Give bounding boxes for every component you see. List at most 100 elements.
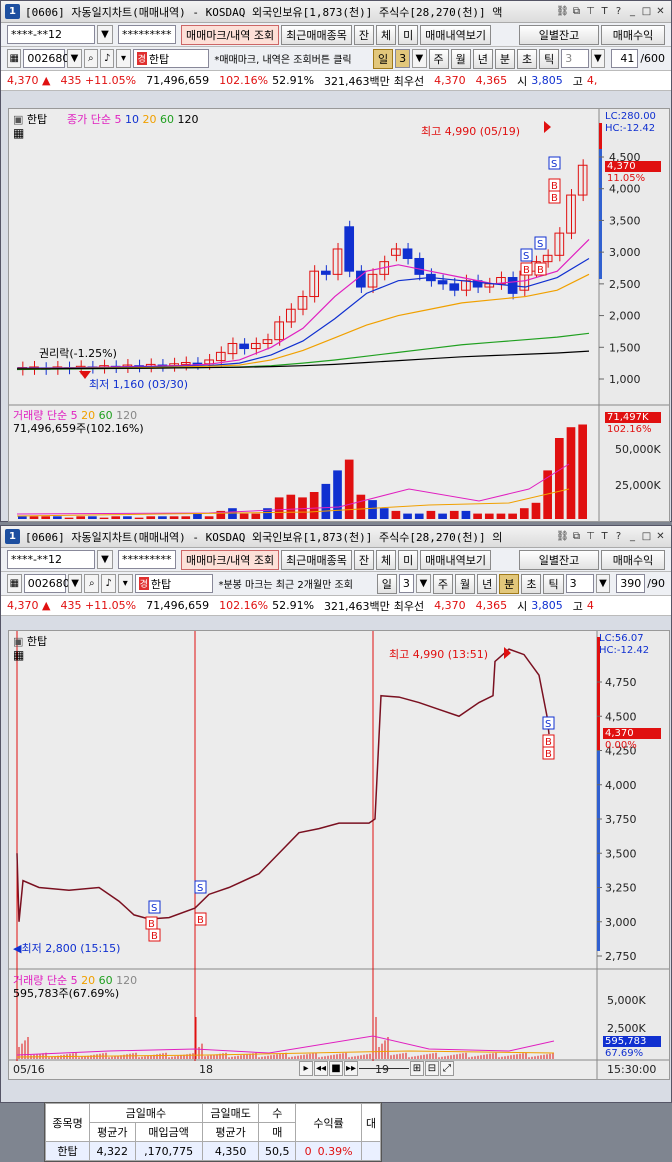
title-bar[interactable]: 1 [0606] 자동일지차트(매매내역) - KOSDAQ 외국인보유[1,8… xyxy=(1,1,671,23)
period-second-button[interactable]: 초 xyxy=(517,48,538,69)
trade-mark-button[interactable]: 매매마크/내역 조회 xyxy=(181,24,280,45)
link-icon[interactable]: ⛓ xyxy=(556,530,569,544)
bottom-chart-svg[interactable]: 4,7504,5004,2504,0003,7503,5003,2503,000… xyxy=(9,631,669,1079)
balance-button[interactable]: 잔 xyxy=(353,24,375,45)
minimize-icon[interactable]: _ xyxy=(626,5,639,19)
maximize-icon[interactable]: □ xyxy=(640,530,653,544)
period-year-button[interactable]: 년 xyxy=(477,573,498,594)
bottom-chart-area[interactable]: 4,750 4,500 4,250 4,000 3,750 3,500 3,250 3,000… xyxy=(8,630,670,1080)
period-year-button[interactable]: 년 xyxy=(472,48,493,69)
cell-stock[interactable]: 한탑 xyxy=(44,1141,91,1161)
top-chart-svg[interactable]: 4,5004,0003,5003,0002,5002,0001,5001,000… xyxy=(9,109,669,521)
executed-button[interactable]: 체 xyxy=(376,549,397,570)
trade-profit-button[interactable]: 매매수익 xyxy=(601,24,665,45)
trade-history-button[interactable]: 매매내역보기 xyxy=(420,549,492,570)
menu-dropdown-icon[interactable]: ▾ xyxy=(116,49,131,68)
candle xyxy=(402,248,413,259)
copy-icon[interactable]: ⧉ xyxy=(570,5,583,19)
recent-trades-button[interactable]: 최근매매종목 xyxy=(281,549,352,570)
stock-name-field[interactable]: 경 한탑 xyxy=(132,49,210,68)
trade-profit-button[interactable]: 매매수익 xyxy=(601,549,665,570)
settings-icon[interactable]: T xyxy=(598,5,611,19)
pin-icon[interactable]: ⊤ xyxy=(584,530,597,544)
period-day-button[interactable]: 일 xyxy=(376,573,397,594)
zoom-slider[interactable] xyxy=(359,1061,409,1069)
tick-dropdown-icon[interactable]: ▼ xyxy=(590,49,605,68)
daily-balance-button[interactable]: 일별잔고 xyxy=(519,24,599,45)
period-week-button[interactable]: 주 xyxy=(432,573,453,594)
stock-name-field[interactable]: 경 한탑 xyxy=(134,574,214,593)
password-input[interactable]: ********* xyxy=(118,550,176,569)
search-icon[interactable]: ⌕ xyxy=(83,49,98,68)
maximize-icon[interactable]: □ xyxy=(640,5,653,19)
period-minute-button[interactable]: 분 xyxy=(499,573,520,594)
chart-type-icon[interactable]: ▦ xyxy=(7,49,22,68)
copy-icon[interactable]: ⧉ xyxy=(570,530,583,544)
zoom-out-icon[interactable]: ⊟ xyxy=(425,1061,439,1076)
volume-bar xyxy=(53,516,62,519)
pan-icon[interactable]: ⤢ xyxy=(440,1061,454,1076)
period-week-button[interactable]: 주 xyxy=(428,48,449,69)
volume-ratio: 102.16% xyxy=(219,599,269,612)
unfilled-button[interactable]: 미 xyxy=(398,24,419,45)
grid-icon[interactable]: ▦ xyxy=(13,126,24,140)
pin-icon[interactable]: ⊤ xyxy=(584,5,597,19)
account-dropdown-icon[interactable]: ▼ xyxy=(97,550,113,569)
account-dropdown-icon[interactable]: ▼ xyxy=(97,25,113,44)
count-input[interactable]: 390 xyxy=(616,574,646,593)
period-tick-button[interactable]: 틱 xyxy=(543,573,564,594)
stock-code-input[interactable]: 002680 xyxy=(23,49,69,68)
speaker-icon[interactable]: ♪ xyxy=(101,574,116,593)
period-dropdown-icon[interactable]: ▼ xyxy=(412,49,427,68)
tick-value[interactable]: 3 xyxy=(565,574,594,593)
cell-yield: 0 0.39% xyxy=(295,1141,363,1161)
search-icon[interactable]: ⌕ xyxy=(84,574,100,593)
help-icon[interactable]: ? xyxy=(612,5,625,19)
minimize-icon[interactable]: _ xyxy=(626,530,639,544)
close-icon[interactable]: ✕ xyxy=(654,5,667,19)
password-input[interactable]: ********* xyxy=(118,25,176,44)
col-extra: 대 xyxy=(361,1103,381,1142)
tick-value[interactable]: 3 xyxy=(561,49,589,68)
balance-button[interactable]: 잔 xyxy=(353,549,375,570)
count-input[interactable]: 41 xyxy=(610,49,639,68)
title-bar[interactable]: 1 [0606] 자동일지차트(매매내역) - KOSDAQ 외국인보유[1,8… xyxy=(1,526,671,548)
zoom-icon[interactable]: ⊞ xyxy=(410,1061,424,1076)
top-chart-area[interactable]: 4,500 4,000 3,500 3,000 2,500 2,000 1,500 1,000… xyxy=(8,108,670,522)
help-icon[interactable]: ? xyxy=(612,530,625,544)
period-day-button[interactable]: 일 xyxy=(373,48,394,69)
stop-icon[interactable]: ■ xyxy=(329,1061,343,1076)
period-month-button[interactable]: 월 xyxy=(450,48,471,69)
unfilled-button[interactable]: 미 xyxy=(398,549,419,570)
period-second-button[interactable]: 초 xyxy=(521,573,542,594)
close-icon[interactable]: ✕ xyxy=(654,530,667,544)
grid-icon[interactable]: ▦ xyxy=(13,648,24,662)
recent-trades-button[interactable]: 최근매매종목 xyxy=(281,24,352,45)
account-input[interactable]: ****-**12 xyxy=(7,550,95,569)
daily-balance-button[interactable]: 일별잔고 xyxy=(519,549,599,570)
trade-mark-button[interactable]: 매매마크/내역 조회 xyxy=(181,549,280,570)
speaker-icon[interactable]: ♪ xyxy=(99,49,115,68)
forward-icon[interactable]: ▸▸ xyxy=(344,1061,358,1076)
period-minute-button[interactable]: 분 xyxy=(494,48,516,69)
trade-history-button[interactable]: 매매내역보기 xyxy=(420,24,492,45)
code-dropdown-icon[interactable]: ▼ xyxy=(67,574,83,593)
period-month-button[interactable]: 월 xyxy=(454,573,476,594)
code-dropdown-icon[interactable]: ▼ xyxy=(67,49,82,68)
period-value[interactable]: 3 xyxy=(398,574,415,593)
settings-icon[interactable]: T xyxy=(598,530,611,544)
period-value[interactable]: 3 xyxy=(395,49,411,68)
link-icon[interactable]: ⛓ xyxy=(556,5,569,19)
tick-dropdown-icon[interactable]: ▼ xyxy=(595,574,611,593)
table-row[interactable]: 한탑 4,322 ,170,775 4,350 50,5 0 0.39% xyxy=(44,1141,381,1161)
chart-type-icon[interactable]: ▦ xyxy=(7,574,22,593)
period-dropdown-icon[interactable]: ▼ xyxy=(416,574,431,593)
y-tick-label: 3,750 xyxy=(605,813,637,826)
executed-button[interactable]: 체 xyxy=(376,24,397,45)
account-input[interactable]: ****-**12 xyxy=(7,25,95,44)
period-tick-button[interactable]: 틱 xyxy=(539,48,560,69)
menu-dropdown-icon[interactable]: ▾ xyxy=(117,574,133,593)
stock-code-input[interactable]: 002680 xyxy=(23,574,70,593)
scroll-right-icon[interactable]: ▸ xyxy=(299,1061,313,1076)
rewind-icon[interactable]: ◂◂ xyxy=(314,1061,328,1076)
